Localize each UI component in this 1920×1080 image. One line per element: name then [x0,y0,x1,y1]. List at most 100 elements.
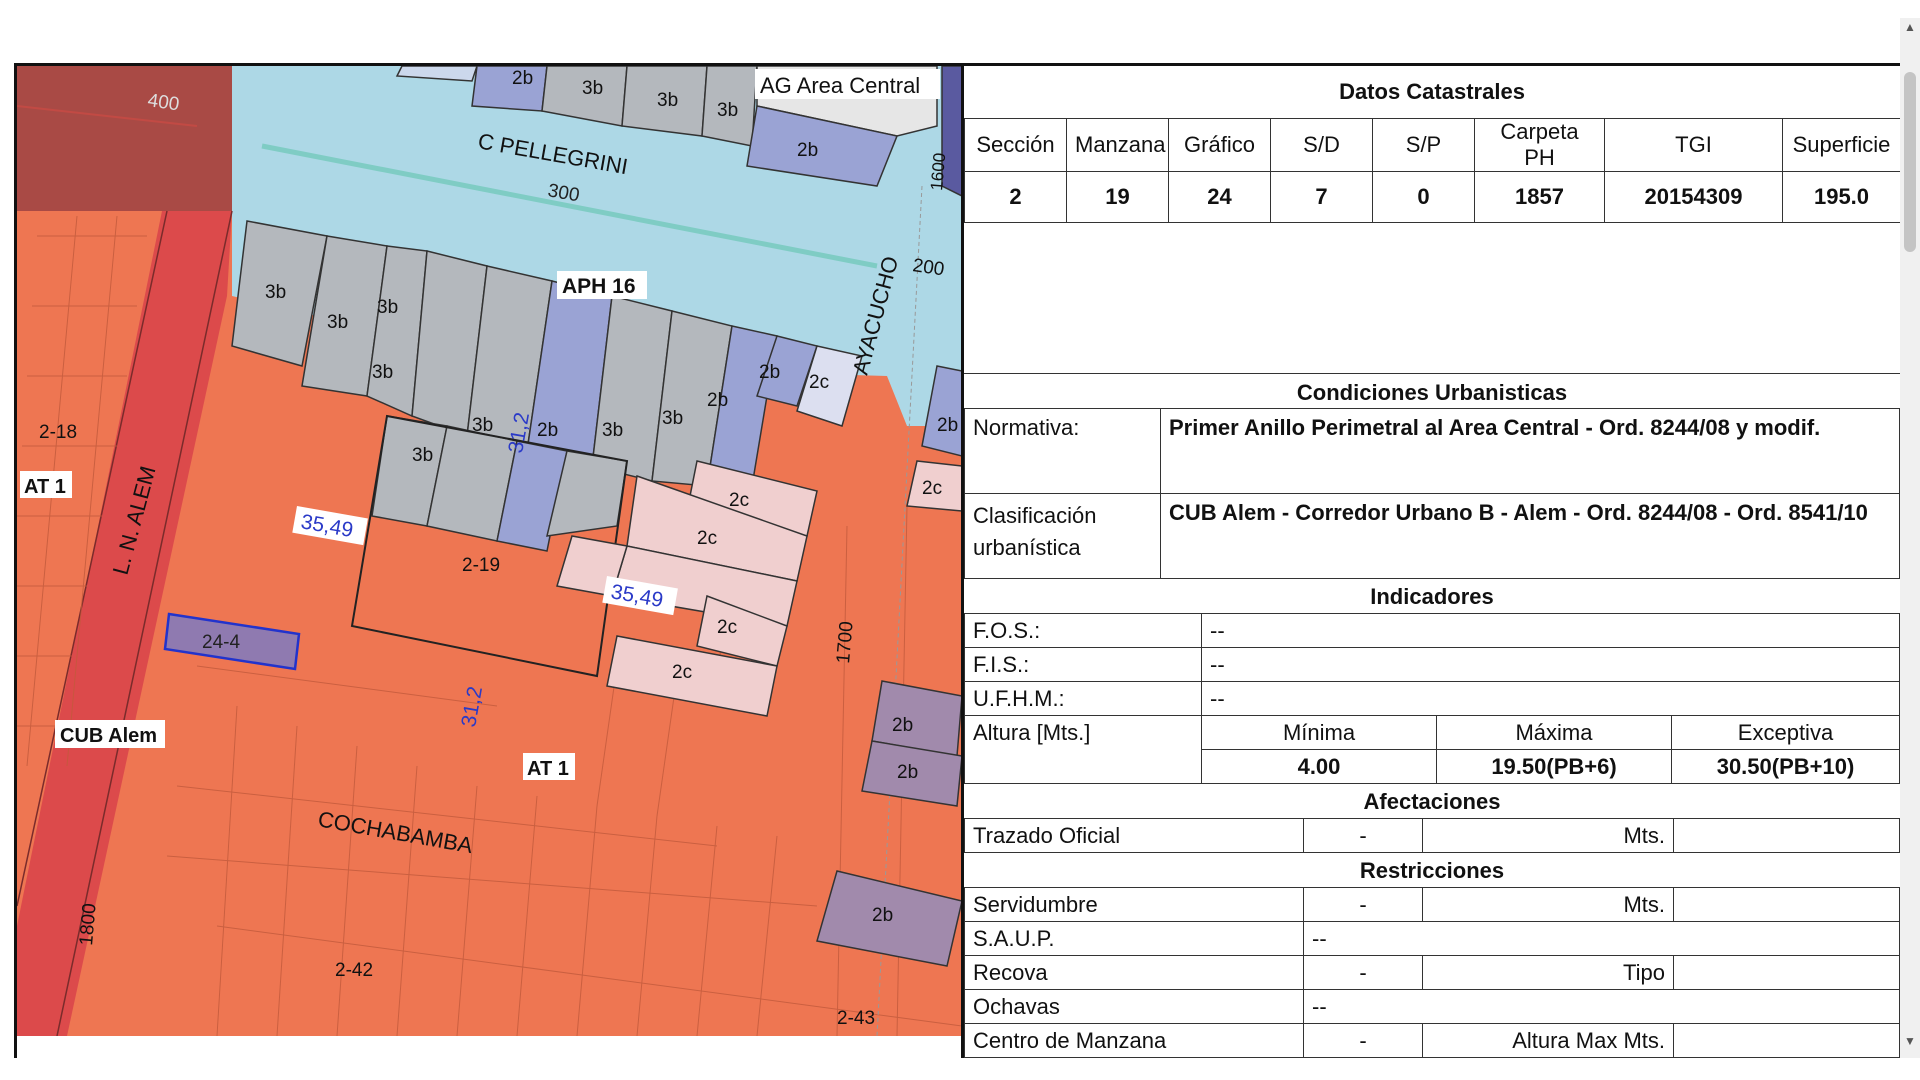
distance-1800-label: 1800 [76,902,101,946]
svg-text:3b: 3b [662,408,683,429]
aph16-label: APH 16 [562,275,636,298]
restricciones-title: Restricciones [1359,858,1505,883]
indicadores-table: F.O.S.: -- F.I.S.: -- U.F.H.M.: -- Altur… [964,613,1900,784]
svg-text:2b: 2b [797,140,818,161]
svg-text:2b: 2b [512,68,533,89]
clasificacion-value: CUB Alem - Corredor Urbano B - Alem - Or… [1160,493,1900,579]
header-tgi: TGI [1604,118,1783,172]
altura-maxima-label: Máxima [1436,715,1672,750]
header-superficie: Superficie [1782,118,1900,172]
svg-text:2b: 2b [897,762,918,783]
value-sp: 0 [1372,171,1475,223]
afectaciones-title: Afectaciones [1363,789,1501,814]
fos-label: F.O.S.: [964,613,1202,648]
scrollbar-thumb[interactable] [1904,72,1916,252]
trazado-value: - [1303,818,1423,853]
servidumbre-unit: Mts. [1422,887,1674,922]
normativa-value: Primer Anillo Perimetral al Area Central… [1160,408,1900,494]
parcel-24-4-label: 24-4 [202,632,240,653]
altura-excepcional-value: 30.50(PB+10) [1671,749,1900,784]
header-manzana: Manzana [1066,118,1169,172]
ag-area-central-label: AG Area Central [760,73,920,98]
indicadores-title: Indicadores [1370,584,1494,609]
svg-text:3b: 3b [265,282,286,303]
recova-extra [1673,955,1900,990]
value-grafico: 24 [1168,171,1271,223]
svg-text:2b: 2b [537,420,558,441]
spacer [964,223,1900,374]
svg-text:2b: 2b [872,905,893,926]
recova-unit: Tipo [1422,955,1674,990]
datos-catastrales-title: Datos Catastrales [1339,79,1525,104]
servidumbre-value: - [1303,887,1423,922]
svg-text:2b: 2b [892,715,913,736]
fis-label: F.I.S.: [964,647,1202,682]
trazado-extra [1673,818,1900,853]
altura-maxima-value: 19.50(PB+6) [1436,749,1672,784]
zone-maroon [17,66,232,211]
trazado-label: Trazado Oficial [964,818,1304,853]
datos-catastrales-table: Sección Manzana Gráfico S/D S/P Carpeta … [964,118,1900,223]
svg-text:3b: 3b [717,100,738,121]
altura-minima-label: Mínima [1201,715,1437,750]
at1-left-label: AT 1 [24,476,66,498]
clasificacion-label: Clasificación urbanística [964,493,1161,579]
value-sd: 7 [1270,171,1373,223]
condiciones-table: Normativa: Primer Anillo Perimetral al A… [964,408,1900,579]
altura-label: Altura [Mts.] [964,715,1202,784]
svg-text:3b: 3b [602,420,623,441]
scroll-up-icon[interactable]: ▲ [1902,20,1918,34]
header-carpeta-ph: Carpeta PH [1474,118,1605,172]
svg-text:2c: 2c [922,478,942,499]
centro-value: - [1303,1023,1423,1058]
svg-text:2b: 2b [759,362,780,383]
at1-center-label: AT 1 [527,758,569,780]
svg-text:2c: 2c [672,662,692,683]
distance-1700-label: 1700 [833,620,858,664]
datos-header-row: Sección Manzana Gráfico S/D S/P Carpeta … [964,118,1900,172]
info-panel: Datos Catastrales Sección Manzana Gráfic… [964,66,1900,1058]
svg-text:2b: 2b [937,415,958,436]
distance-200-label: 200 [911,255,945,280]
value-manzana: 19 [1066,171,1169,223]
saup-value: -- [1303,921,1900,956]
header-seccion: Sección [964,118,1067,172]
value-superficie: 195.0 [1782,171,1900,223]
fis-value: -- [1201,647,1900,682]
value-carpeta-ph: 1857 [1474,171,1605,223]
zone-2-42-label: 2-42 [335,960,373,981]
svg-text:3b: 3b [372,362,393,383]
condiciones-title: Condiciones Urbanisticas [1296,380,1568,405]
value-tgi: 20154309 [1604,171,1783,223]
svg-text:3b: 3b [657,90,678,111]
altura-minima-value: 4.00 [1201,749,1437,784]
distance-400-label: 400 [146,90,180,115]
distance-1600-label: 1600 [927,152,949,191]
recova-label: Recova [964,955,1304,990]
saup-label: S.A.U.P. [964,921,1304,956]
ochavas-label: Ochavas [964,989,1304,1024]
trazado-unit: Mts. [1422,818,1674,853]
cadastral-map[interactable]: 2b 3b 3b 3b 2b 3b 3b 3b 3b 3b 3b 3b 2b 3b 2b 2b 2c … [17,66,962,1036]
ufhm-label: U.F.H.M.: [964,681,1202,716]
svg-text:2b: 2b [707,390,728,411]
cub-alem-label: CUB Alem [60,725,157,747]
altura-excepcional-label: Exceptiva [1671,715,1900,750]
header-sp: S/P [1372,118,1475,172]
normativa-label: Normativa: [964,408,1161,494]
scroll-down-icon[interactable]: ▼ [1902,1034,1918,1048]
ochavas-value: -- [1303,989,1900,1024]
svg-text:3b: 3b [412,445,433,466]
datos-value-row: 2 19 24 7 0 1857 20154309 195.0 [964,171,1900,223]
value-seccion: 2 [964,171,1067,223]
ufhm-value: -- [1201,681,1900,716]
svg-text:3b: 3b [472,415,493,436]
header-sd: S/D [1270,118,1373,172]
svg-text:2c: 2c [717,617,737,638]
servidumbre-extra [1673,887,1900,922]
fos-value: -- [1201,613,1900,648]
svg-text:3b: 3b [327,312,348,333]
recova-value: - [1303,955,1423,990]
svg-text:2c: 2c [697,528,717,549]
centro-unit: Altura Max Mts. [1422,1023,1674,1058]
